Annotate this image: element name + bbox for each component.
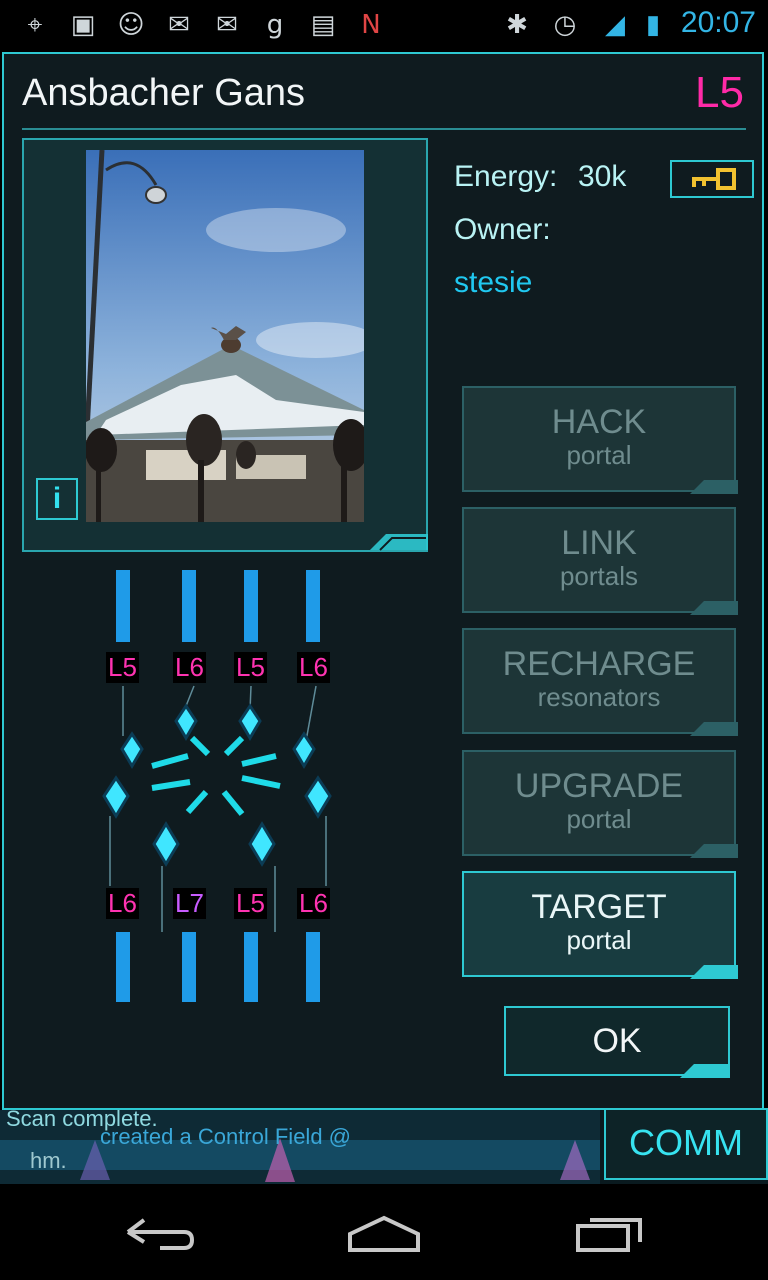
energy-label: Energy: <box>454 160 558 193</box>
recent-apps-icon[interactable] <box>574 1214 646 1254</box>
portal-title: Ansbacher Gans <box>22 72 306 114</box>
frame-corner-decoration <box>370 534 428 551</box>
status-bar: ⌖ ▣ ☺ ✉ ✉ g ▤ N ✱ ◷ ◢ ▮ 20:07 <box>0 0 768 50</box>
resonator-diagram <box>102 570 332 1002</box>
title-divider <box>22 128 746 130</box>
gmail-icon: ✉ <box>168 10 190 40</box>
portal-photo[interactable] <box>86 150 364 522</box>
energy-value: 30k <box>578 160 627 193</box>
owner-label: Owner: <box>454 213 551 246</box>
key-icon <box>692 168 736 190</box>
info-button[interactable]: i <box>36 478 78 520</box>
chat-icon: ▤ <box>310 10 336 40</box>
resonator-level-top-3: L5 <box>234 652 267 683</box>
android-n-icon: N <box>361 10 381 40</box>
gallery-icon: ▣ <box>70 10 96 40</box>
resonator-level-top-2: L6 <box>173 652 206 683</box>
comm-line-3: hm. <box>30 1148 67 1173</box>
button-corner-decorations <box>690 480 738 979</box>
alarm-icon: ◷ <box>553 10 577 40</box>
comm-button[interactable]: COMM <box>604 1108 768 1180</box>
talk-icon: ☺ <box>117 10 145 40</box>
clock: 20:07 <box>680 6 756 39</box>
signal-icon: ◢ <box>605 10 625 40</box>
battery-icon: ▮ <box>645 10 661 40</box>
home-icon[interactable] <box>344 1214 424 1254</box>
hack-button[interactable]: HACK portal <box>462 386 736 492</box>
resonator-level-top-4: L6 <box>297 652 330 683</box>
key-button[interactable] <box>670 160 754 198</box>
owner-name[interactable]: stesie <box>454 266 532 300</box>
bluetooth-icon: ✱ <box>506 10 528 40</box>
navigation-bar <box>0 1184 768 1280</box>
resonator-level-bottom-1: L6 <box>106 888 139 919</box>
gps-icon: ⌖ <box>27 10 43 40</box>
gmail-icon: ✉ <box>216 10 238 40</box>
resonator-level-bottom-4: L6 <box>297 888 330 919</box>
portal-level: L5 <box>695 68 744 117</box>
gplus-icon: g <box>266 10 284 40</box>
back-icon[interactable] <box>124 1214 196 1254</box>
resonator-level-bottom-2: L7 <box>173 888 206 919</box>
resonator-level-bottom-3: L5 <box>234 888 267 919</box>
ok-corner-decoration <box>680 1064 730 1078</box>
comm-line-2: created a Control Field @ <box>100 1124 352 1149</box>
resonator-level-top-1: L5 <box>106 652 139 683</box>
